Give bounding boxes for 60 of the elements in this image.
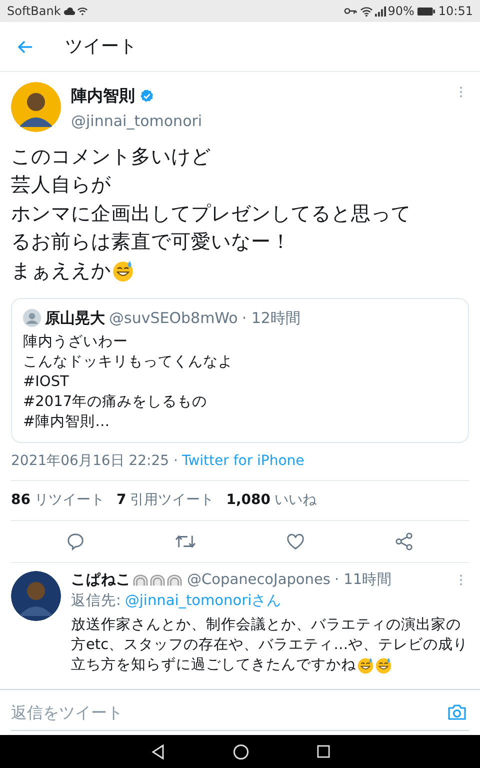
arch-emoji-icon: [167, 574, 182, 586]
reply-to-label: 返信先:: [71, 592, 121, 612]
tweet-text-line: 芸人自らが: [11, 172, 111, 198]
stat-count[interactable]: 86: [11, 490, 30, 510]
reply-text-line: 方etc、スタッフの存在や、バラエティ…や、テレビの成り: [71, 636, 468, 655]
reply-input-field[interactable]: 返信をツイート: [11, 697, 447, 727]
reply-text-line: 放送作家さんとか、制作会議とか、バラエティの演出家の: [71, 616, 461, 635]
reply-time: · 11時間: [334, 570, 392, 590]
battery-percent: 90%: [388, 3, 414, 20]
avatar[interactable]: [11, 570, 61, 620]
tweet-text-line: このコメント多いけど: [11, 144, 211, 170]
tweet-text-line: るお前らは素直で可愛いなー！: [11, 229, 291, 255]
back-icon[interactable]: [17, 40, 33, 54]
tweet-text-line: まぁええか: [11, 258, 111, 284]
tweet-timestamp: 2021年06月16日 22:25 ·: [11, 452, 178, 470]
user-handle[interactable]: @jinnai_tomonori: [71, 110, 459, 132]
quoted-tweet-line: 陣内うざいわー: [23, 332, 129, 352]
quoted-tweet-line: #陣内智則…: [23, 412, 111, 432]
sweat-smile-emoji-icon: [375, 656, 392, 674]
sweat-smile-emoji-icon: [112, 260, 134, 282]
user-name[interactable]: 陣内智則: [71, 84, 135, 108]
quoted-tweet-line: #IOST: [23, 372, 70, 392]
quoted-tweet-line: #2017年の痛みをしるもの: [23, 392, 208, 412]
home-nav-icon[interactable]: [232, 744, 248, 760]
arch-emoji-icon: [150, 574, 165, 586]
stat-count[interactable]: 1,080: [226, 490, 271, 510]
clock-time: 10:51: [438, 3, 473, 20]
cloud-icon: [62, 6, 75, 16]
reply-icon[interactable]: [66, 532, 85, 550]
source-link[interactable]: Twitter for iPhone: [182, 450, 304, 472]
recents-nav-icon[interactable]: [316, 745, 330, 758]
quoted-tweet-card[interactable]: 原山晃大 @suvSEOb8mWo · 12時間 陣内うざいわー こんなドッキリもってくんなよ #IOST #2017年の痛みをしるもの #陣内智則…: [11, 298, 469, 442]
signal-icon: [374, 6, 386, 16]
page-title: ツイート: [65, 35, 137, 59]
mention-link[interactable]: @jinnai_tomonoriさん: [124, 591, 282, 613]
stat-label[interactable]: リツイート: [34, 490, 104, 510]
wifi-icon: [360, 6, 373, 16]
reply-user-handle[interactable]: @CopanecoJapones: [187, 570, 330, 592]
carrier-name: SoftBank: [7, 3, 61, 20]
arch-emoji-icon: [133, 574, 148, 586]
stat-count[interactable]: 7: [116, 490, 126, 510]
sweat-smile-emoji-icon: [357, 656, 374, 674]
quoted-user-handle: @suvSEOb8mWo: [109, 308, 238, 329]
quoted-tweet-line: こんなドッキリもってくんなよ: [23, 352, 234, 372]
avatar[interactable]: [11, 82, 61, 132]
back-nav-icon[interactable]: [150, 744, 164, 760]
camera-icon[interactable]: [447, 703, 467, 721]
like-heart-icon[interactable]: [286, 532, 305, 550]
share-icon[interactable]: [395, 532, 414, 550]
wifi-icon: [76, 6, 88, 16]
stat-label[interactable]: いいね: [274, 490, 317, 510]
reply-user-name[interactable]: こぱねこ: [71, 570, 131, 592]
key-icon: [344, 7, 357, 15]
stat-label[interactable]: 引用ツイート: [130, 490, 214, 510]
reply-text-line: 立ち方を知らずに過ごしてきたんですかね: [71, 656, 356, 675]
tweet-text-line: ホンマに企画出してプレゼンしてると思って: [11, 200, 411, 226]
quoted-tweet-time: · 12時間: [242, 308, 300, 329]
battery-icon: [417, 6, 436, 16]
avatar: [23, 309, 41, 328]
quoted-user-name: 原山晃大: [45, 308, 105, 329]
